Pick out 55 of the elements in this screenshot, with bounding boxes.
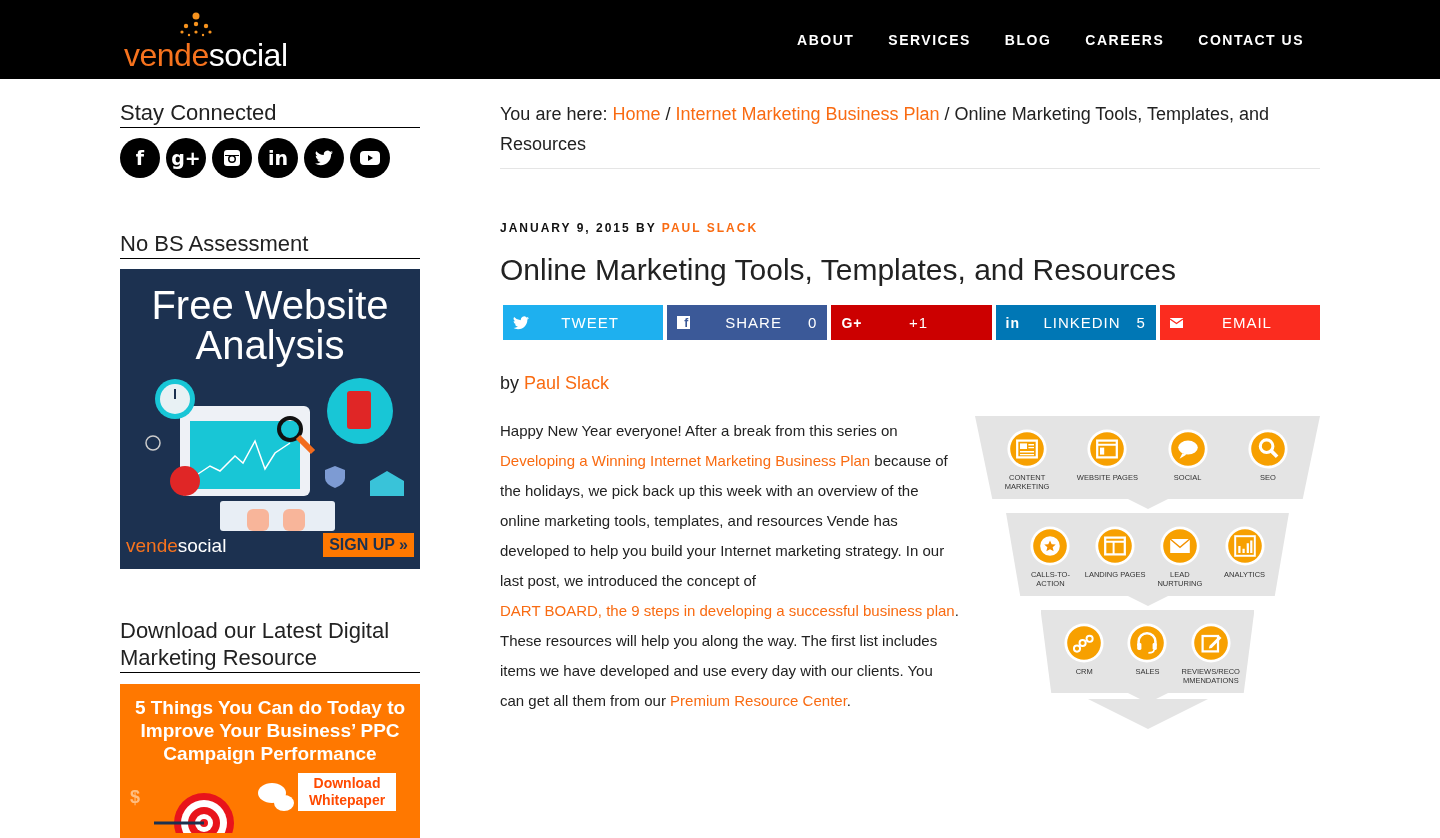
breadcrumb-link[interactable]: Home [612,104,661,124]
author-link[interactable]: Paul Slack [524,373,610,393]
share-icon-text: G+ [841,314,863,331]
nav-link[interactable]: BLOG [1004,31,1052,48]
share-button[interactable]: EMAIL [1159,305,1320,340]
social-link[interactable]: in [258,138,298,178]
post-title: Online Marketing Tools, Templates, and Resources [500,252,1177,288]
banner-headline: 5 Things You Can do Today to Improve Your Business’ PPC Campaign Performance [133,696,407,765]
byline: by Paul Slack [500,372,611,395]
share-button[interactable]: f SHARE 0 [667,305,828,340]
text-link[interactable]: Premium Resource Center [670,692,847,709]
share-icon-text: in [1005,314,1021,331]
sign-up-button[interactable]: SIGN UP » [323,533,414,557]
connected-circles-icon [1063,622,1106,664]
post-meta: JANUARY 9, 2015 BY PAUL SLACK [500,221,760,235]
nav-link[interactable]: CAREERS [1085,31,1165,48]
play-icon [360,150,380,166]
twitter-bird-icon [513,315,529,330]
social-link[interactable]: g+ [166,138,206,178]
whitepaper-banner[interactable]: 5 Things You Can do Today to Improve Your Business’ PPC Campaign Performance $ Download Whitepaper [120,684,420,838]
headset-icon [1126,622,1169,664]
browser-window-icon [1086,428,1129,470]
banner-headline: Free Website Analysis [150,285,390,365]
social-link[interactable]: f [120,138,160,178]
browser-window-icon [1094,525,1137,567]
search-icon [1246,428,1289,470]
dollar-sign: $ [130,787,140,808]
newspaper-icon [1006,428,1049,470]
breadcrumb: You are here: Home / Internet Marketing Business Plan / Online Marketing Tools, Templates, and Resources [500,99,1320,169]
text-link[interactable]: Developing a Winning Internet Marketing Business Plan [500,452,871,469]
vendesocial-logo: vendesocial [126,535,227,557]
breadcrumb-link[interactable]: Internet Marketing Business Plan [675,104,940,124]
facebook-icon: f [677,316,691,329]
share-button[interactable]: G+ +1 [831,305,992,340]
social-link[interactable] [212,138,252,178]
twitter-bird-icon [315,150,333,166]
envelope-icon [1158,525,1201,567]
website-analysis-banner[interactable]: Free Website Analysis vendesocial SIGN UP » [120,269,420,569]
share-button[interactable]: in LINKEDIN 5 [995,305,1156,340]
nav-link[interactable]: CONTACT US [1198,31,1304,48]
author-link[interactable]: PAUL SLACK [661,221,759,235]
widget-title: Stay Connected [120,99,420,128]
vendesocial-logo[interactable]: vendesocial [124,11,288,72]
nav-link[interactable]: ABOUT [797,31,855,48]
camera-icon [223,149,241,167]
nav-link[interactable]: SERVICES [888,31,971,48]
envelope-icon [1169,317,1183,328]
download-whitepaper-button[interactable]: Download Whitepaper [298,773,396,811]
text-link[interactable]: DART BOARD, the 9 steps in developing a successful business plan [500,602,955,619]
social-link[interactable] [350,138,390,178]
widget-title: Download our Latest Digital Marketing Resource [120,617,420,673]
social-link[interactable] [304,138,344,178]
bar-chart-icon [1223,525,1266,567]
speech-bubble-icon [1166,428,1209,470]
widget-title: No BS Assessment [120,230,420,259]
